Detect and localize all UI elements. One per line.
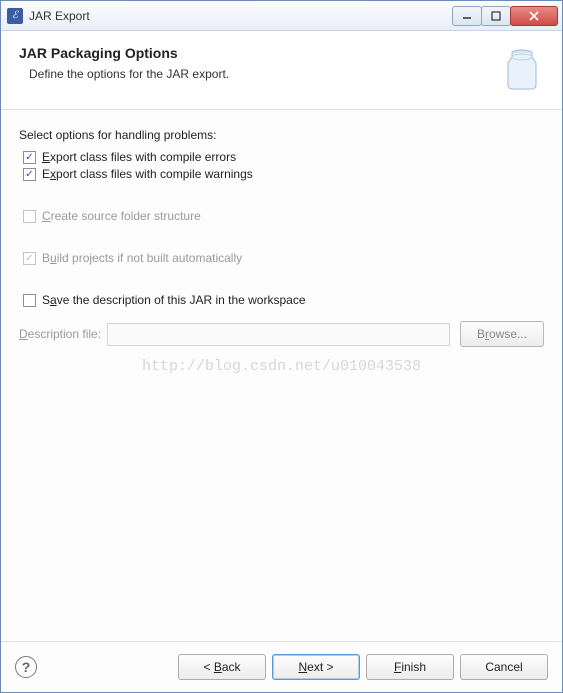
checkbox-label: Export class files with compile errors xyxy=(42,150,236,164)
button-bar: ? < Back Next > Finish Cancel xyxy=(1,641,562,692)
checkbox-icon: ✓ xyxy=(23,252,36,265)
dialog-window: ℰ JAR Export JAR Packaging Options Defin… xyxy=(0,0,563,693)
minimize-icon xyxy=(462,11,472,21)
button-label: Next > xyxy=(298,660,333,674)
back-button[interactable]: < Back xyxy=(178,654,266,680)
button-label: Cancel xyxy=(485,660,522,674)
description-file-row: Description file: Browse... xyxy=(19,321,544,347)
button-label: < Back xyxy=(203,660,240,674)
titlebar: ℰ JAR Export xyxy=(1,1,562,31)
export-errors-checkbox[interactable]: ✓ Export class files with compile errors xyxy=(23,150,544,164)
checkbox-icon xyxy=(23,210,36,223)
next-button[interactable]: Next > xyxy=(272,654,360,680)
checkbox-icon: ✓ xyxy=(23,151,36,164)
checkbox-label: Save the description of this JAR in the … xyxy=(42,293,306,307)
button-label: Finish xyxy=(394,660,426,674)
header-text: JAR Packaging Options Define the options… xyxy=(19,45,500,81)
page-title: JAR Packaging Options xyxy=(19,45,500,61)
window-title: JAR Export xyxy=(29,9,453,23)
browse-label: Browse... xyxy=(477,327,527,341)
browse-button: Browse... xyxy=(460,321,544,347)
close-icon xyxy=(528,10,540,22)
checkbox-icon: ✓ xyxy=(23,168,36,181)
checkbox-label: Build projects if not built automaticall… xyxy=(42,251,242,265)
app-icon: ℰ xyxy=(7,8,23,24)
watermark-text: http://blog.csdn.net/u010043538 xyxy=(1,358,562,375)
description-file-input xyxy=(107,323,450,346)
checkbox-label: Export class files with compile warnings xyxy=(42,167,253,181)
save-description-checkbox[interactable]: Save the description of this JAR in the … xyxy=(23,293,544,307)
wizard-header: JAR Packaging Options Define the options… xyxy=(1,31,562,110)
jar-icon xyxy=(500,45,544,93)
window-controls xyxy=(453,6,558,26)
build-projects-checkbox: ✓ Build projects if not built automatica… xyxy=(23,251,544,265)
checkbox-label: Create source folder structure xyxy=(42,209,201,223)
export-warnings-checkbox[interactable]: ✓ Export class files with compile warnin… xyxy=(23,167,544,181)
create-source-folder-checkbox: Create source folder structure xyxy=(23,209,544,223)
description-file-label: Description file: xyxy=(19,327,101,341)
maximize-icon xyxy=(491,11,501,21)
checkbox-icon xyxy=(23,294,36,307)
content-area: Select options for handling problems: ✓ … xyxy=(1,110,562,641)
close-button[interactable] xyxy=(510,6,558,26)
minimize-button[interactable] xyxy=(452,6,482,26)
finish-button[interactable]: Finish xyxy=(366,654,454,680)
page-subtitle: Define the options for the JAR export. xyxy=(29,67,500,81)
maximize-button[interactable] xyxy=(481,6,511,26)
options-section-label: Select options for handling problems: xyxy=(19,128,544,142)
cancel-button[interactable]: Cancel xyxy=(460,654,548,680)
help-icon[interactable]: ? xyxy=(15,656,37,678)
